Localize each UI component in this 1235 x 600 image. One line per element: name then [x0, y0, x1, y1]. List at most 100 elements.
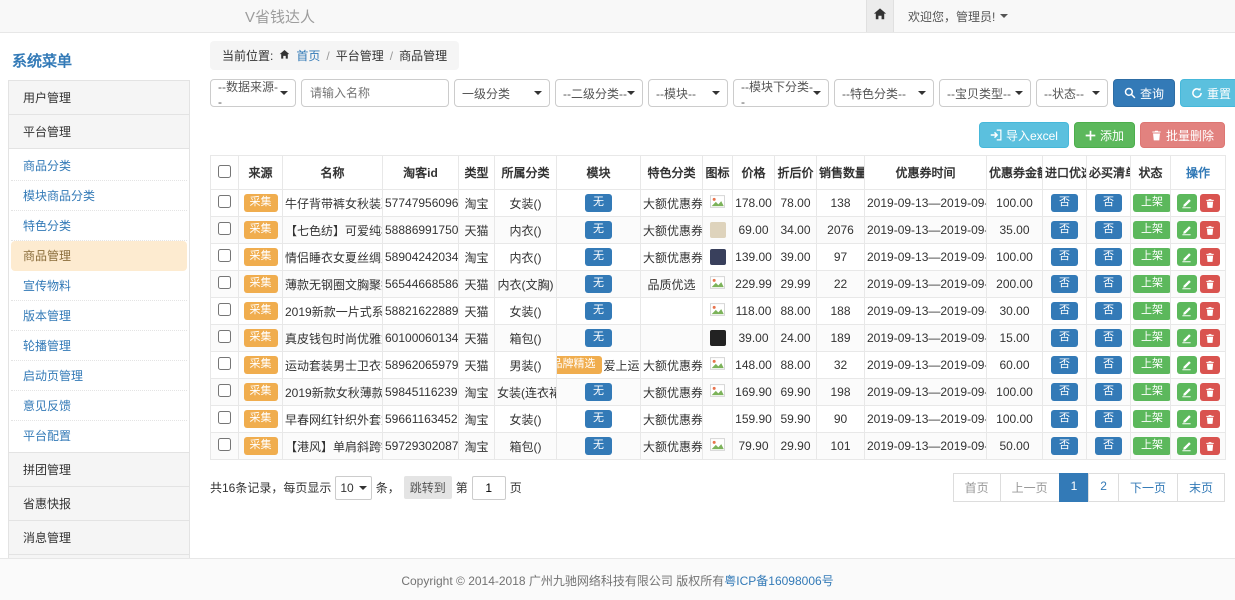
- edit-button[interactable]: [1177, 356, 1197, 374]
- page-button-2[interactable]: 2: [1088, 473, 1119, 502]
- module-none-badge[interactable]: 无: [585, 437, 612, 454]
- search-button[interactable]: 查询: [1113, 79, 1175, 107]
- filter-select-4[interactable]: --模块下分类--: [733, 79, 829, 107]
- breadcrumb-home-link[interactable]: 首页: [296, 47, 320, 64]
- page-button-下一页[interactable]: 下一页: [1118, 473, 1178, 502]
- edit-button[interactable]: [1177, 221, 1197, 239]
- icp-link[interactable]: 粤ICP备16098006号: [724, 574, 833, 588]
- edit-button[interactable]: [1177, 437, 1197, 455]
- row-checkbox[interactable]: [218, 384, 231, 397]
- import-select-toggle[interactable]: 否: [1051, 302, 1078, 319]
- import-select-toggle[interactable]: 否: [1051, 437, 1078, 454]
- delete-button[interactable]: [1200, 437, 1220, 455]
- sidebar-item[interactable]: 启动页管理: [11, 361, 187, 391]
- must-buy-toggle[interactable]: 否: [1095, 329, 1122, 346]
- status-toggle[interactable]: 上架: [1133, 383, 1171, 400]
- row-checkbox[interactable]: [218, 195, 231, 208]
- module-none-badge[interactable]: 无: [585, 329, 612, 346]
- row-checkbox[interactable]: [218, 249, 231, 262]
- row-checkbox[interactable]: [218, 438, 231, 451]
- import-select-toggle[interactable]: 否: [1051, 356, 1078, 373]
- page-button-末页[interactable]: 末页: [1177, 473, 1225, 502]
- must-buy-toggle[interactable]: 否: [1095, 275, 1122, 292]
- delete-button[interactable]: [1200, 410, 1220, 428]
- filter-select-1[interactable]: 一级分类: [454, 79, 550, 107]
- delete-button[interactable]: [1200, 302, 1220, 320]
- must-buy-toggle[interactable]: 否: [1095, 302, 1122, 319]
- module-none-badge[interactable]: 无: [585, 221, 612, 238]
- edit-button[interactable]: [1177, 275, 1197, 293]
- import-select-toggle[interactable]: 否: [1051, 410, 1078, 427]
- delete-button[interactable]: [1200, 356, 1220, 374]
- module-none-badge[interactable]: 无: [585, 302, 612, 319]
- sidebar-item[interactable]: 特色分类: [11, 211, 187, 241]
- sidebar-group-5[interactable]: 订单管理: [8, 554, 190, 558]
- status-toggle[interactable]: 上架: [1133, 302, 1171, 319]
- module-none-badge[interactable]: 无: [585, 410, 612, 427]
- status-toggle[interactable]: 上架: [1133, 194, 1171, 211]
- delete-button[interactable]: [1200, 275, 1220, 293]
- sidebar-item[interactable]: 版本管理: [11, 301, 187, 331]
- import-select-toggle[interactable]: 否: [1051, 329, 1078, 346]
- sidebar-item[interactable]: 模块商品分类: [11, 181, 187, 211]
- sidebar-group-1[interactable]: 平台管理: [8, 114, 190, 149]
- must-buy-toggle[interactable]: 否: [1095, 194, 1122, 211]
- filter-select-3[interactable]: --模块--: [648, 79, 728, 107]
- sidebar-item[interactable]: 意见反馈: [11, 391, 187, 421]
- filter-select-2[interactable]: --二级分类--: [555, 79, 643, 107]
- sidebar-group-4[interactable]: 消息管理: [8, 520, 190, 555]
- must-buy-toggle[interactable]: 否: [1095, 383, 1122, 400]
- row-checkbox[interactable]: [218, 411, 231, 424]
- module-none-badge[interactable]: 无: [585, 275, 612, 292]
- filter-select-6[interactable]: --宝贝类型--: [939, 79, 1031, 107]
- page-button-首页[interactable]: 首页: [953, 473, 1001, 502]
- batch-delete-button[interactable]: 批量删除: [1140, 122, 1225, 148]
- edit-button[interactable]: [1177, 302, 1197, 320]
- status-toggle[interactable]: 上架: [1133, 275, 1171, 292]
- status-toggle[interactable]: 上架: [1133, 221, 1171, 238]
- delete-button[interactable]: [1200, 329, 1220, 347]
- status-toggle[interactable]: 上架: [1133, 329, 1171, 346]
- user-menu[interactable]: 欢迎您，管理员!: [908, 8, 1008, 25]
- edit-button[interactable]: [1177, 383, 1197, 401]
- sidebar-group-0[interactable]: 用户管理: [8, 80, 190, 115]
- import-select-toggle[interactable]: 否: [1051, 221, 1078, 238]
- module-none-badge[interactable]: 无: [585, 383, 612, 400]
- jump-to-button[interactable]: 跳转到: [404, 476, 452, 499]
- module-none-badge[interactable]: 无: [585, 248, 612, 265]
- status-toggle[interactable]: 上架: [1133, 248, 1171, 265]
- add-button[interactable]: 添加: [1074, 122, 1135, 148]
- row-checkbox[interactable]: [218, 303, 231, 316]
- filter-select-5[interactable]: --特色分类--: [834, 79, 934, 107]
- edit-button[interactable]: [1177, 248, 1197, 266]
- sidebar-item[interactable]: 平台配置: [11, 421, 187, 450]
- status-toggle[interactable]: 上架: [1133, 437, 1171, 454]
- import-select-toggle[interactable]: 否: [1051, 383, 1078, 400]
- sidebar-group-2[interactable]: 拼团管理: [8, 452, 190, 487]
- edit-button[interactable]: [1177, 194, 1197, 212]
- must-buy-toggle[interactable]: 否: [1095, 356, 1122, 373]
- must-buy-toggle[interactable]: 否: [1095, 221, 1122, 238]
- import-select-toggle[interactable]: 否: [1051, 194, 1078, 211]
- edit-button[interactable]: [1177, 410, 1197, 428]
- delete-button[interactable]: [1200, 383, 1220, 401]
- select-all-checkbox[interactable]: [218, 165, 231, 178]
- import-select-toggle[interactable]: 否: [1051, 275, 1078, 292]
- filter-select-0[interactable]: --数据来源--: [210, 79, 296, 107]
- import-excel-button[interactable]: 导入excel: [979, 122, 1069, 148]
- row-checkbox[interactable]: [218, 276, 231, 289]
- sidebar-item[interactable]: 商品管理: [11, 241, 187, 271]
- jump-page-input[interactable]: [472, 476, 506, 500]
- sidebar-item[interactable]: 宣传物料: [11, 271, 187, 301]
- must-buy-toggle[interactable]: 否: [1095, 248, 1122, 265]
- edit-button[interactable]: [1177, 329, 1197, 347]
- delete-button[interactable]: [1200, 221, 1220, 239]
- page-button-上一页[interactable]: 上一页: [1000, 473, 1060, 502]
- status-toggle[interactable]: 上架: [1133, 410, 1171, 427]
- sidebar-item[interactable]: 轮播管理: [11, 331, 187, 361]
- sidebar-item[interactable]: 商品分类: [11, 151, 187, 181]
- name-search-input[interactable]: [301, 79, 449, 107]
- filter-select-7[interactable]: --状态--: [1036, 79, 1108, 107]
- import-select-toggle[interactable]: 否: [1051, 248, 1078, 265]
- must-buy-toggle[interactable]: 否: [1095, 437, 1122, 454]
